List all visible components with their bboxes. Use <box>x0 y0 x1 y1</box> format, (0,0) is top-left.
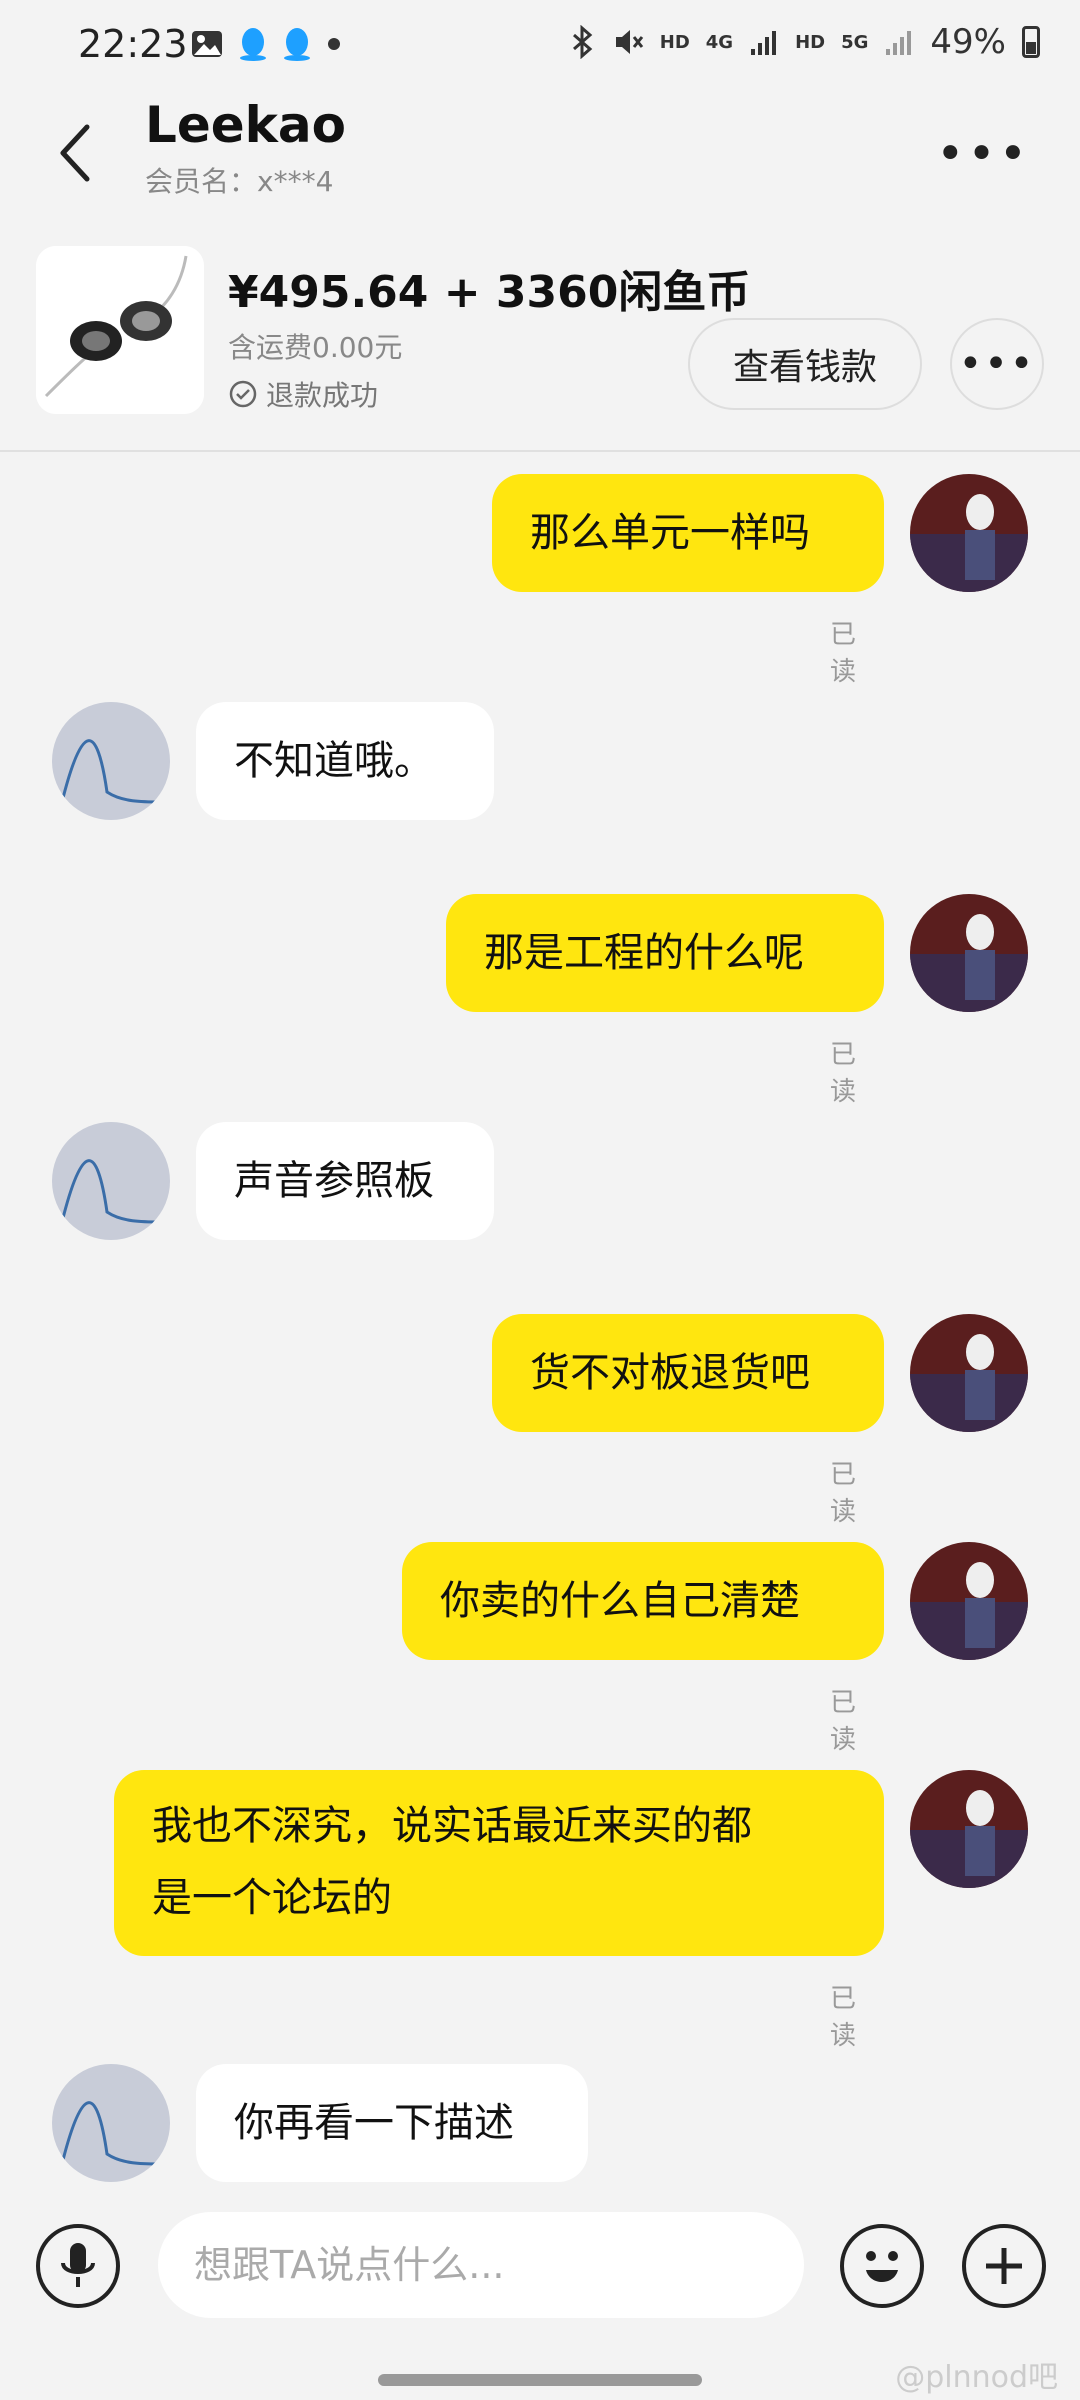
check-circle-icon <box>229 380 257 408</box>
qq-icon <box>284 28 310 61</box>
status-right: HD 4G HD 5G 49% <box>570 22 1040 62</box>
more-options-button[interactable]: ••• <box>936 126 1030 182</box>
signal-icon <box>886 31 912 55</box>
network-4g-label: 4G <box>705 31 734 53</box>
message-bubble[interactable]: 你卖的什么自己清楚 <box>402 1542 884 1660</box>
read-receipt: 已读 <box>830 1984 857 2051</box>
plus-icon <box>986 2248 1022 2284</box>
shipping-fee: 含运费0.00元 <box>228 331 403 364</box>
voice-button[interactable] <box>36 2224 120 2308</box>
status-time: 22:23 <box>78 22 188 66</box>
avatar-illustration <box>910 474 1028 592</box>
avatar-illustration <box>910 1770 1028 1888</box>
my-avatar[interactable] <box>910 1770 1028 1888</box>
product-card[interactable]: ¥495.64 + 3360闲鱼币 含运费0.00元 退款成功 查看钱款 ••• <box>0 230 1080 452</box>
read-receipt: 已读 <box>830 1688 857 1755</box>
member-name: 会员名：x***4 <box>145 165 334 198</box>
microphone-icon <box>61 2243 95 2287</box>
avatar-graph-image <box>52 702 170 820</box>
my-avatar[interactable] <box>910 1314 1028 1432</box>
smiley-icon <box>866 2251 898 2282</box>
emoji-button[interactable] <box>840 2224 924 2308</box>
my-avatar[interactable] <box>910 894 1028 1012</box>
contact-avatar[interactable] <box>52 2064 170 2182</box>
chat-header: Leekao 会员名：x***4 ••• <box>0 90 1080 210</box>
add-button[interactable] <box>962 2224 1046 2308</box>
message-bubble[interactable]: 货不对板退货吧 <box>492 1314 884 1432</box>
contact-avatar[interactable] <box>52 702 170 820</box>
read-receipt: 已读 <box>830 1460 857 1527</box>
avatar-graph-image <box>52 1122 170 1240</box>
avatar-graph-image <box>52 2064 170 2182</box>
status-bar: 22:23 HD 4G HD 5G 49% <box>0 0 1080 90</box>
contact-name: Leekao <box>145 96 347 154</box>
message-bubble[interactable]: 不知道哦。 <box>196 702 494 820</box>
message-bubble[interactable]: 那是工程的什么呢 <box>446 894 884 1012</box>
hd-label: HD <box>795 31 826 53</box>
message-input[interactable]: 想跟TA说点什么... <box>158 2212 804 2318</box>
message-line: 我也不深究，说实话最近来买的都 <box>152 1803 752 1849</box>
earphones-image <box>36 246 204 414</box>
my-avatar[interactable] <box>910 474 1028 592</box>
avatar-illustration <box>910 1314 1028 1432</box>
battery-percent: 49% <box>930 22 1006 62</box>
network-5g-label: 5G <box>841 31 869 53</box>
message-bubble[interactable]: 那么单元一样吗 <box>492 474 884 592</box>
back-button[interactable] <box>50 118 100 188</box>
qq-icon <box>240 28 266 61</box>
signal-icon <box>751 31 777 55</box>
notification-icons <box>190 26 342 62</box>
chevron-left-icon <box>60 124 90 182</box>
refund-status-text: 退款成功 <box>266 379 379 412</box>
battery-icon <box>1022 26 1040 58</box>
watermark: @plnnod吧 <box>895 2360 1058 2395</box>
product-image[interactable] <box>36 246 204 414</box>
hd-label: HD <box>659 31 690 53</box>
refund-status: 退款成功 <box>228 374 378 414</box>
bluetooth-icon <box>572 25 593 59</box>
gallery-icon <box>192 31 222 57</box>
view-money-button[interactable]: 查看钱款 <box>688 318 922 410</box>
input-bar: 想跟TA说点什么... <box>0 2200 1080 2330</box>
dot-icon <box>328 38 340 50</box>
contact-avatar[interactable] <box>52 1122 170 1240</box>
message-line: 是一个论坛的 <box>152 1875 392 1921</box>
my-avatar[interactable] <box>910 1542 1028 1660</box>
product-price: ¥495.64 + 3360闲鱼币 <box>228 267 751 318</box>
product-more-button[interactable]: ••• <box>950 318 1044 410</box>
read-receipt: 已读 <box>830 620 857 687</box>
message-bubble[interactable]: 我也不深究，说实话最近来买的都 是一个论坛的 <box>114 1770 884 1956</box>
avatar-illustration <box>910 1542 1028 1660</box>
message-bubble[interactable]: 你再看一下描述 <box>196 2064 588 2182</box>
avatar-illustration <box>910 894 1028 1012</box>
message-bubble[interactable]: 声音参照板 <box>196 1122 494 1240</box>
read-receipt: 已读 <box>830 1040 857 1107</box>
mute-icon <box>615 30 643 54</box>
home-indicator[interactable] <box>378 2374 702 2386</box>
